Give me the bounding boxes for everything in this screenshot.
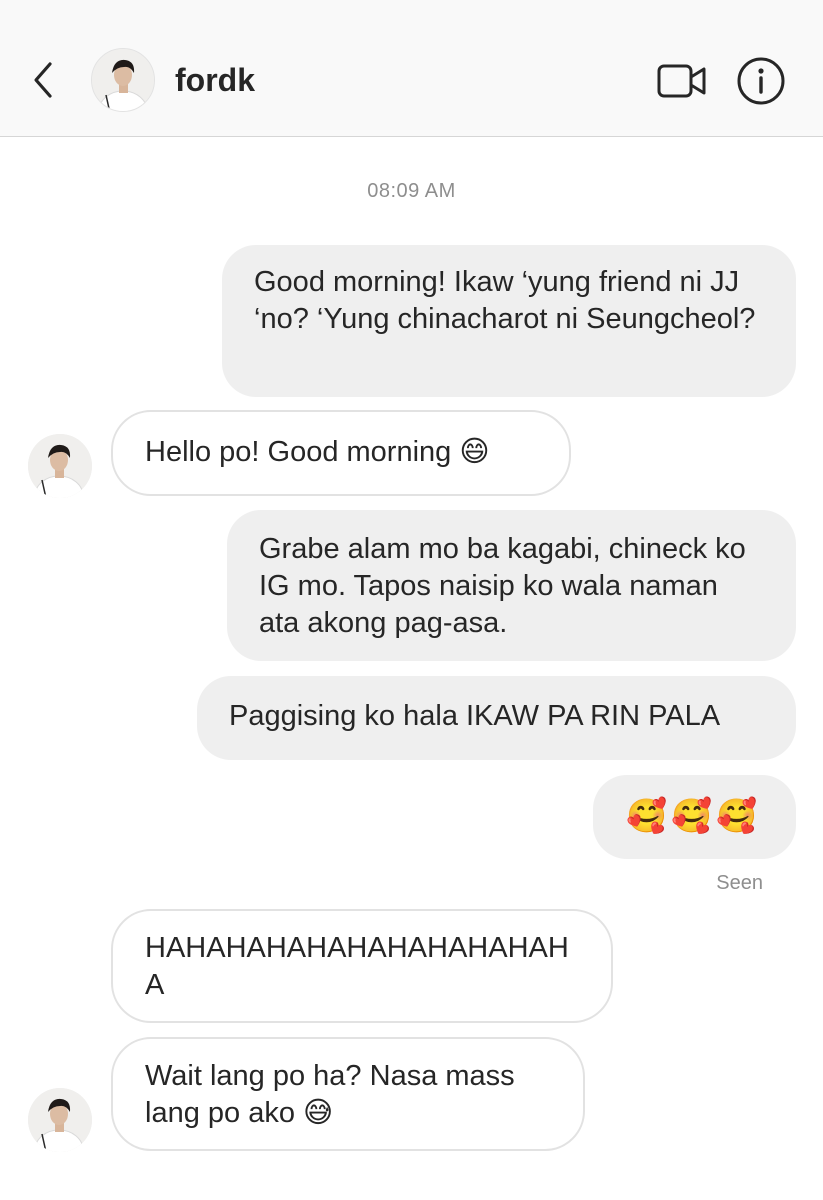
chat-username[interactable]: fordk — [175, 58, 255, 102]
chat-header: fordk — [0, 0, 823, 137]
message-text: 🥰🥰🥰 — [626, 797, 762, 834]
info-button[interactable] — [736, 56, 786, 106]
message-text: Grabe alam mo ba kagabi, chineck ko IG m… — [259, 533, 746, 639]
outgoing-message[interactable]: Good morning! Ikaw ‘yung friend ni JJ ‘n… — [222, 245, 796, 397]
message-timestamp: 08:09 AM — [367, 180, 456, 202]
incoming-message[interactable]: Wait lang po ha? Nasa mass lang po ako 😅 — [111, 1037, 585, 1151]
message-text: Hello po! Good morning 😄 — [145, 436, 490, 468]
incoming-message[interactable]: Hello po! Good morning 😄 — [111, 410, 571, 496]
outgoing-emoji-message[interactable]: 🥰🥰🥰 — [593, 775, 796, 859]
incoming-message[interactable]: HAHAHAHAHAHAHAHAHAHAHA — [111, 909, 613, 1023]
outgoing-message[interactable]: Paggising ko hala IKAW PA RIN PALA — [197, 676, 796, 760]
message-text: Wait lang po ha? Nasa mass lang po ako 😅 — [145, 1060, 515, 1129]
sender-avatar[interactable] — [28, 434, 92, 498]
chevron-left-icon — [34, 62, 52, 98]
video-call-button[interactable] — [656, 60, 708, 102]
header-avatar[interactable] — [91, 48, 155, 112]
video-camera-icon — [657, 64, 706, 98]
outgoing-message[interactable]: Grabe alam mo ba kagabi, chineck ko IG m… — [227, 510, 796, 661]
message-text: Paggising ko hala IKAW PA RIN PALA — [229, 700, 721, 732]
message-text: Good morning! Ikaw ‘yung friend ni JJ ‘n… — [254, 266, 756, 335]
info-circle-icon — [737, 57, 785, 105]
message-text: HAHAHAHAHAHAHAHAHAHAHA — [145, 932, 569, 1001]
back-button[interactable] — [28, 58, 62, 102]
seen-indicator: Seen — [716, 872, 763, 894]
sender-avatar[interactable] — [28, 1088, 92, 1152]
